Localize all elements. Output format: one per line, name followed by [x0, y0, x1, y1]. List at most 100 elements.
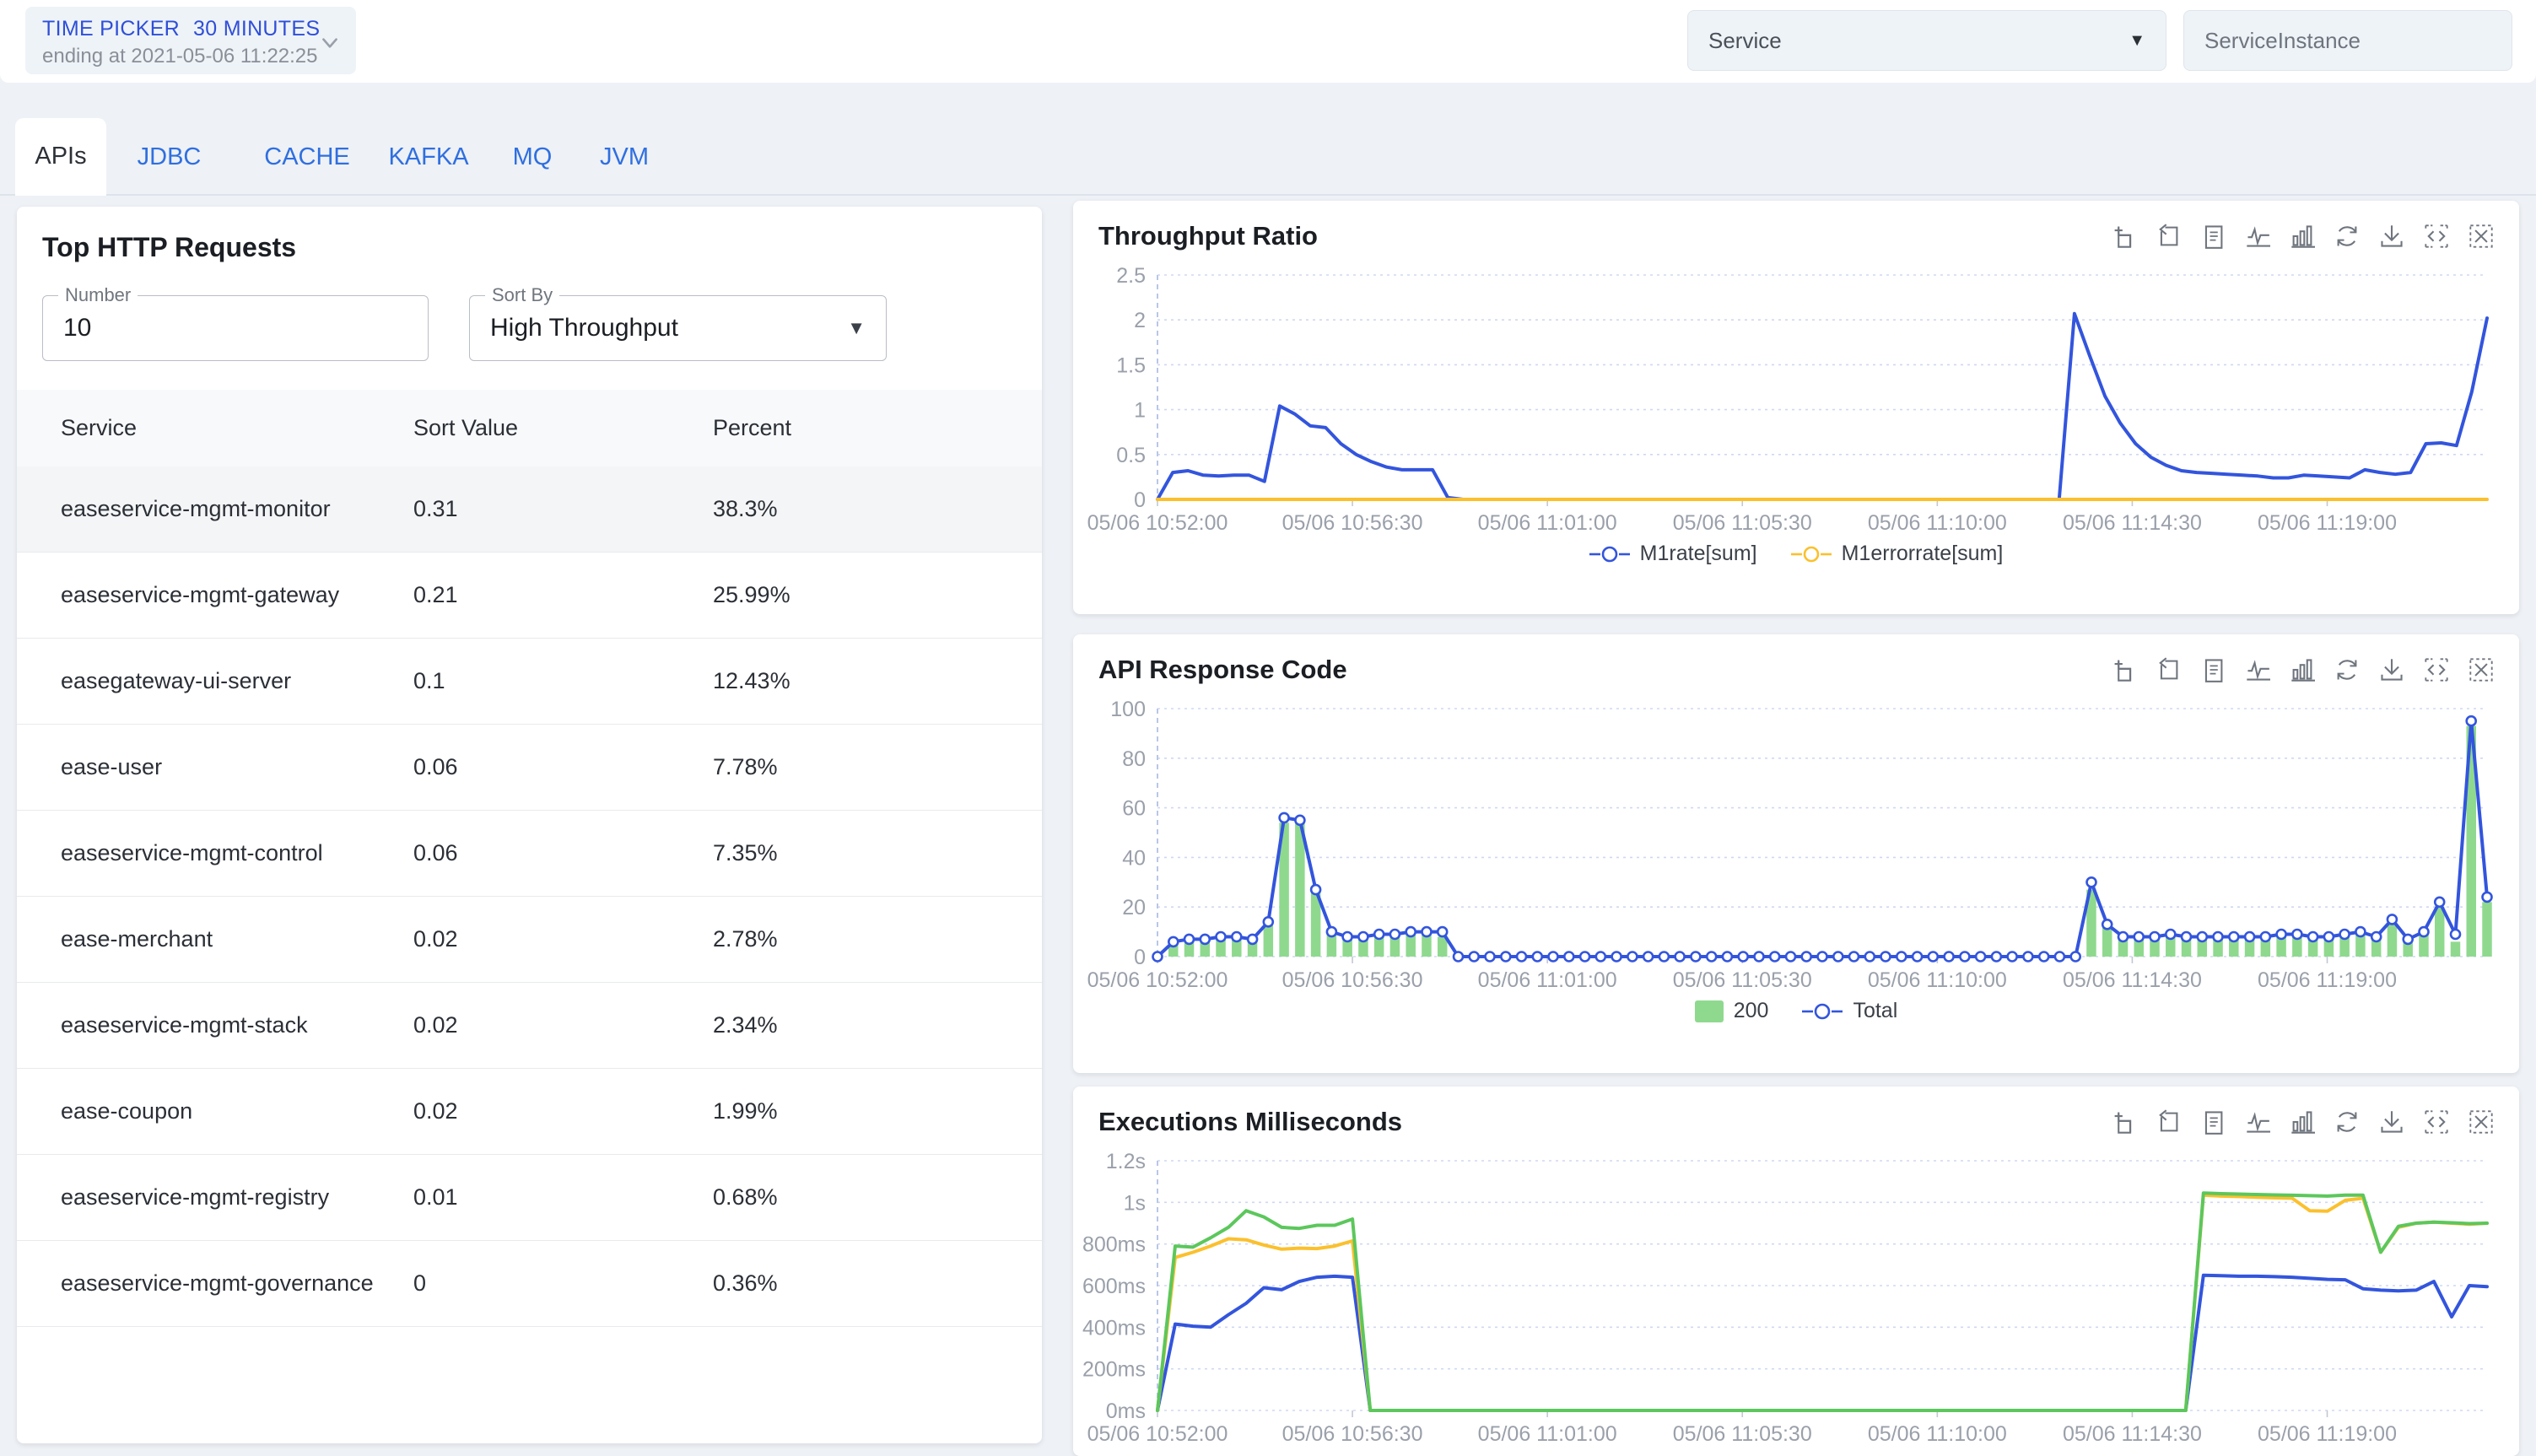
throughput-ratio-panel: Throughput Ratio 0 0.5 1 1.5 2 2.5 05/06 10:52:…	[1073, 201, 2519, 614]
expand-code-icon[interactable]	[2424, 657, 2449, 682]
legend-item[interactable]: 200	[1694, 999, 1768, 1023]
time-picker[interactable]: TIME PICKER 30 MINUTES ending at 2021-05…	[25, 7, 356, 74]
filter-controls: Number 10 Sort By High Throughput ▼	[42, 284, 1042, 361]
remove-icon[interactable]	[2469, 657, 2494, 682]
document-icon[interactable]	[2200, 1109, 2226, 1135]
download-icon[interactable]	[2379, 224, 2404, 249]
download-icon[interactable]	[2379, 657, 2404, 682]
tab-cache[interactable]: CACHE	[253, 118, 361, 196]
add-box-icon[interactable]	[2111, 224, 2136, 249]
chevron-down-icon	[319, 32, 341, 54]
page-title: Top HTTP Requests	[42, 232, 297, 262]
table-row[interactable]: easeservice-mgmt-stack 0.02 2.34%	[17, 982, 1042, 1069]
column-header: Percent	[713, 390, 1042, 466]
chart-plot-area[interactable]: 0 0.5 1 1.5 2 2.5 05/06 10:52:00 05/06 10:56:30…	[1073, 260, 2519, 538]
svg-text:1.5: 1.5	[1116, 353, 1146, 377]
line-chart-icon[interactable]	[2245, 657, 2270, 682]
table-body: easeservice-mgmt-monitor 0.31 38.3% easeser…	[17, 466, 1042, 1327]
tab-kafka[interactable]: KAFKA	[378, 118, 479, 196]
cell-sort-value: 0.01	[413, 1154, 713, 1241]
svg-text:05/06 11:01:00: 05/06 11:01:00	[1478, 968, 1617, 992]
svg-text:05/06 11:10:00: 05/06 11:10:00	[1868, 1422, 2007, 1446]
bar-chart-icon[interactable]	[2290, 224, 2315, 249]
cell-percent: 7.35%	[713, 810, 1042, 897]
tab-mq[interactable]: MQ	[501, 118, 564, 196]
refresh-icon[interactable]	[2334, 657, 2360, 682]
chevron-down-icon: ▼	[847, 317, 866, 338]
legend-swatch	[1694, 1000, 1724, 1022]
table-row[interactable]: easeservice-mgmt-control 0.06 7.35%	[17, 810, 1042, 897]
expand-code-icon[interactable]	[2424, 1109, 2449, 1135]
cell-percent: 0.36%	[713, 1240, 1042, 1327]
download-icon[interactable]	[2379, 1109, 2404, 1135]
svg-text:2.5: 2.5	[1116, 264, 1146, 288]
tab-label: APIs	[35, 142, 87, 170]
restore-icon[interactable]	[2156, 224, 2181, 249]
chart-plot-area[interactable]: 0ms 200ms 400ms 600ms 800ms 1s 1.2s 05/06 10:52…	[1073, 1146, 2519, 1449]
bar-chart-icon[interactable]	[2290, 657, 2315, 682]
time-picker-label: TIME PICKER	[42, 17, 181, 40]
table-row[interactable]: ease-merchant 0.02 2.78%	[17, 896, 1042, 983]
service-instance-input[interactable]	[2183, 10, 2512, 71]
legend-item[interactable]: P50executionduration[avg]	[1312, 1453, 1612, 1456]
legend-item[interactable]: Total	[1802, 999, 1897, 1023]
restore-icon[interactable]	[2156, 657, 2181, 682]
legend-label: Total	[1853, 999, 1898, 1022]
sort-by-select[interactable]: Sort By High Throughput ▼	[469, 284, 887, 361]
svg-text:200ms: 200ms	[1082, 1358, 1146, 1382]
svg-text:2: 2	[1134, 309, 1146, 332]
table-row[interactable]: easegateway-ui-server 0.1 12.43%	[17, 638, 1042, 725]
sort-by-select-label: Sort By	[485, 284, 560, 306]
tab-jdbc[interactable]: JDBC	[125, 118, 213, 196]
svg-text:1s: 1s	[1124, 1191, 1146, 1215]
remove-icon[interactable]	[2469, 224, 2494, 249]
add-box-icon[interactable]	[2111, 657, 2136, 682]
svg-text:60: 60	[1122, 797, 1146, 821]
legend-item[interactable]: M1rate[sum]	[1589, 542, 1757, 566]
refresh-icon[interactable]	[2334, 1109, 2360, 1135]
panel-header: API Response Code	[1073, 634, 2519, 685]
document-icon[interactable]	[2200, 224, 2226, 249]
svg-text:400ms: 400ms	[1082, 1316, 1146, 1340]
svg-text:05/06 11:05:30: 05/06 11:05:30	[1673, 968, 1812, 992]
table-row[interactable]: easeservice-mgmt-monitor 0.31 38.3%	[17, 466, 1042, 553]
legend-item[interactable]: P99executionduration[avg]	[1980, 1453, 2280, 1456]
svg-text:80: 80	[1122, 747, 1146, 771]
panel-toolbar	[2111, 1109, 2494, 1135]
svg-text:05/06 11:19:00: 05/06 11:19:00	[2258, 968, 2397, 992]
tab-jvm[interactable]: JVM	[591, 118, 658, 196]
table-row[interactable]: ease-coupon 0.02 1.99%	[17, 1068, 1042, 1155]
number-field[interactable]: Number 10	[42, 284, 429, 361]
tab-label: KAFKA	[388, 143, 469, 170]
table-row[interactable]: ease-user 0.06 7.78%	[17, 724, 1042, 811]
cell-service: easeservice-mgmt-stack	[17, 982, 413, 1069]
legend-item[interactable]: P95executionduration[avg]	[1646, 1453, 1946, 1456]
panel-title: Executions Milliseconds	[1098, 1107, 1403, 1136]
svg-text:0ms: 0ms	[1106, 1399, 1146, 1423]
sort-by-select-value: High Throughput	[490, 314, 678, 342]
chart-plot-area[interactable]: 0 20 40 60 80 100 05/06 10:52:00 05/06 10:56:30…	[1073, 693, 2519, 995]
expand-code-icon[interactable]	[2424, 224, 2449, 249]
svg-text:05/06 10:52:00: 05/06 10:52:00	[1087, 511, 1228, 535]
svg-text:20: 20	[1122, 896, 1146, 919]
line-chart-icon[interactable]	[2245, 1109, 2270, 1135]
service-select[interactable]: Service ▼	[1687, 10, 2166, 71]
restore-icon[interactable]	[2156, 1109, 2181, 1135]
refresh-icon[interactable]	[2334, 224, 2360, 249]
svg-text:40: 40	[1122, 846, 1146, 870]
svg-text:05/06 11:14:30: 05/06 11:14:30	[2063, 511, 2202, 535]
cell-percent: 2.78%	[713, 896, 1042, 983]
bar-chart-icon[interactable]	[2290, 1109, 2315, 1135]
table-row[interactable]: easeservice-mgmt-gateway 0.21 25.99%	[17, 552, 1042, 639]
chart-legend: P50executionduration[avg] P95executiondur…	[1073, 1453, 2519, 1456]
line-chart-icon[interactable]	[2245, 224, 2270, 249]
remove-icon[interactable]	[2469, 1109, 2494, 1135]
tab-apis[interactable]: APIs	[15, 118, 106, 196]
legend-item[interactable]: M1errorrate[sum]	[1790, 542, 2003, 566]
table-row[interactable]: easeservice-mgmt-governance 0 0.36%	[17, 1240, 1042, 1327]
add-box-icon[interactable]	[2111, 1109, 2136, 1135]
panel-toolbar	[2111, 224, 2494, 249]
panel-title: API Response Code	[1098, 655, 1347, 684]
table-row[interactable]: easeservice-mgmt-registry 0.01 0.68%	[17, 1154, 1042, 1241]
document-icon[interactable]	[2200, 657, 2226, 682]
